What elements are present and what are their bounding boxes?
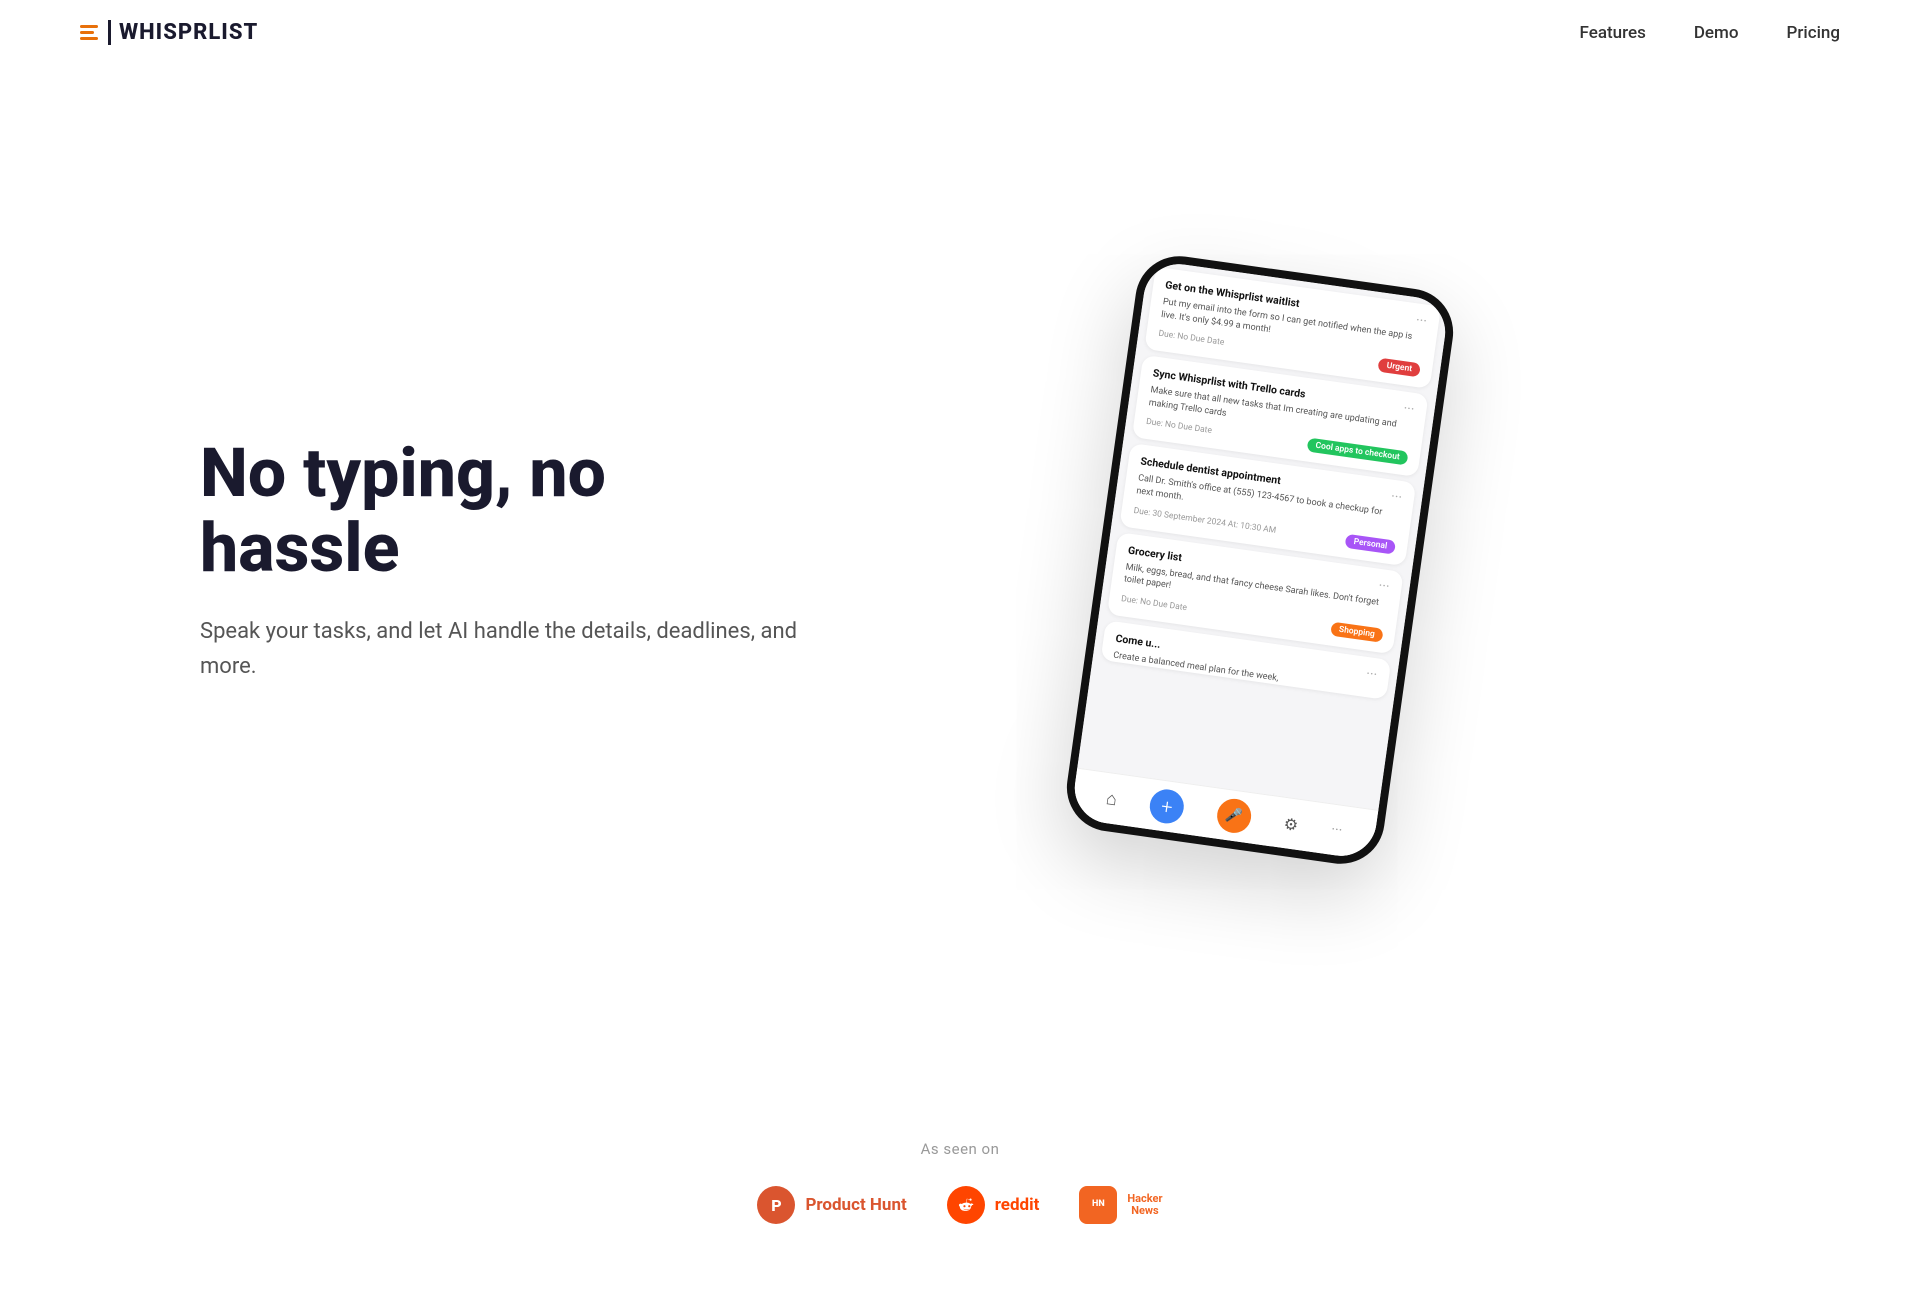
phone-screen: Get on the Whisprlist waitlist ··· Put m… (1070, 260, 1450, 861)
navbar: WHISPRLIST Features Demo Pricing (0, 0, 1920, 65)
nav-features[interactable]: Features (1580, 23, 1646, 43)
nav-links: Features Demo Pricing (1580, 23, 1840, 43)
hacker-news-badge[interactable]: HN Hacker News (1079, 1186, 1162, 1224)
add-button[interactable]: + (1148, 787, 1186, 825)
logo-link[interactable]: WHISPRLIST (80, 20, 258, 45)
social-proof-label: As seen on (80, 1140, 1840, 1158)
task-dots-2[interactable]: ··· (1402, 402, 1415, 417)
hero-section: No typing, no hassle Speak your tasks, a… (0, 0, 1920, 1080)
settings-icon[interactable]: ⚙ (1283, 813, 1300, 834)
reddit-icon (947, 1186, 985, 1224)
task-tag-1[interactable]: Urgent (1378, 358, 1421, 378)
nav-pricing[interactable]: Pricing (1787, 23, 1841, 43)
reddit-badge[interactable]: reddit (947, 1186, 1040, 1224)
hero-text-block: No typing, no hassle Speak your tasks, a… (200, 436, 800, 684)
more-icon[interactable]: ··· (1330, 822, 1343, 839)
product-hunt-badge[interactable]: P Product Hunt (757, 1186, 906, 1224)
mic-button[interactable]: 🎤 (1215, 797, 1253, 835)
task-tag-3[interactable]: Personal (1345, 533, 1396, 554)
nav-demo[interactable]: Demo (1694, 23, 1739, 43)
task-dots-5[interactable]: ··· (1365, 667, 1378, 682)
task-due-4: Due: No Due Date (1121, 594, 1188, 613)
reddit-label: reddit (995, 1195, 1040, 1215)
task-dots-3[interactable]: ··· (1390, 490, 1403, 505)
task-dots-1[interactable]: ··· (1415, 313, 1428, 328)
task-due-2: Due: No Due Date (1145, 417, 1212, 436)
task-dots-4[interactable]: ··· (1378, 578, 1391, 593)
hero-subtitle: Speak your tasks, and let AI handle the … (200, 614, 800, 684)
hero-title: No typing, no hassle (200, 436, 800, 586)
home-icon[interactable]: ⌂ (1105, 788, 1119, 810)
logo-text: WHISPRLIST (108, 20, 258, 45)
product-hunt-icon: P (757, 1186, 795, 1224)
logos-row: P Product Hunt reddit HN Hacker News (80, 1186, 1840, 1224)
hacker-news-icon: HN (1079, 1186, 1117, 1224)
phone-mockup: Get on the Whisprlist waitlist ··· Put m… (1061, 251, 1459, 870)
logo-icon (80, 25, 98, 40)
hacker-news-text: Hacker News (1127, 1193, 1162, 1217)
task-tag-4[interactable]: Shopping (1330, 621, 1384, 642)
task-due-1: Due: No Due Date (1158, 329, 1225, 348)
social-proof-section: As seen on P Product Hunt reddit HN Hack… (0, 1080, 1920, 1304)
task-list: Get on the Whisprlist waitlist ··· Put m… (1077, 260, 1449, 810)
phone-wrapper: Get on the Whisprlist waitlist ··· Put m… (800, 270, 1840, 850)
product-hunt-label: Product Hunt (805, 1195, 906, 1215)
